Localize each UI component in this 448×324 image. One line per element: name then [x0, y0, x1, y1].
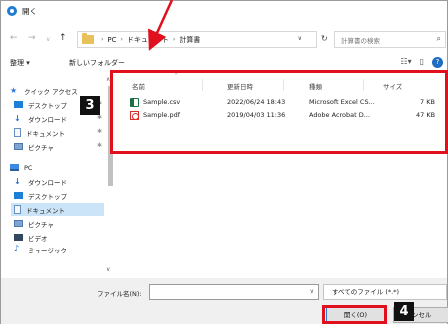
nav-item-label: ビデオ	[28, 234, 48, 243]
forward-arrow-icon[interactable]: →	[28, 33, 36, 43]
nav-item-pc-music[interactable]: ♪ ミュージック	[14, 245, 67, 253]
nav-item-pictures[interactable]: ピクチャ	[14, 140, 54, 153]
app-icon	[7, 6, 17, 16]
desktop-icon	[14, 192, 23, 199]
nav-item-documents[interactable]: ドキュメント	[14, 126, 65, 139]
address-dropdown-chevron-icon[interactable]: ∨	[298, 35, 302, 42]
nav-item-pc[interactable]: PC	[10, 161, 32, 174]
refresh-icon[interactable]: ↻	[321, 34, 328, 43]
view-controls: ☷▾ ▯ ?	[400, 57, 443, 68]
back-arrow-icon[interactable]: ←	[10, 33, 18, 43]
breadcrumb-separator-icon[interactable]: ›	[101, 36, 103, 43]
open-button-highlight	[322, 305, 387, 324]
pc-icon	[10, 164, 19, 171]
breadcrumb-current-folder[interactable]: 計算書	[179, 35, 200, 45]
file-type-select[interactable]: すべてのファイル (*.*)	[323, 284, 447, 300]
document-icon	[14, 205, 21, 214]
nav-item-label: ドキュメント	[26, 129, 65, 138]
desktop-icon	[14, 101, 23, 108]
nav-item-pc-desktop[interactable]: デスクトップ	[14, 189, 67, 202]
preview-pane-icon[interactable]: ▯	[420, 57, 424, 68]
step-badge-4: 4	[394, 302, 414, 321]
nav-item-label: ピクチャ	[28, 143, 54, 152]
nav-item-label: ミュージック	[28, 247, 67, 253]
star-icon: ★	[10, 85, 18, 95]
download-icon: ↓	[14, 113, 21, 123]
nav-item-label: ピクチャ	[28, 220, 54, 229]
view-options-icon[interactable]: ☷▾	[400, 57, 411, 68]
folder-icon	[82, 33, 94, 44]
filename-field[interactable]: ∨	[149, 284, 319, 300]
nav-item-label: デスクトップ	[28, 192, 67, 201]
document-icon	[14, 128, 21, 137]
window-title: 開く	[22, 6, 37, 16]
organize-menu-button[interactable]: 整理 ▾	[10, 58, 30, 68]
breadcrumb-pc[interactable]: PC	[107, 36, 116, 44]
up-arrow-icon[interactable]: ↑	[59, 33, 67, 43]
nav-item-label: ダウンロード	[28, 115, 67, 124]
search-input[interactable]: 計算書の検索 ⌕	[334, 31, 446, 48]
nav-item-label: ダウンロード	[28, 178, 67, 187]
nav-item-label: デスクトップ	[28, 101, 67, 110]
breadcrumb-documents[interactable]: ドキュメント	[127, 35, 169, 45]
filename-label: ファイル名(N):	[97, 290, 142, 298]
search-placeholder: 計算書の検索	[341, 36, 380, 45]
pin-icon: ✱	[97, 142, 103, 149]
nav-item-quick-access[interactable]: ★ クイック アクセス	[10, 84, 78, 97]
pin-icon: ✱	[97, 128, 103, 135]
pin-icon: ✱	[97, 114, 103, 121]
download-icon: ↓	[14, 176, 21, 186]
file-list-highlight	[110, 70, 448, 154]
open-file-dialog: 開く ← → ∨ ↑ › PC › ドキュメント › 計算書 ∨ ↻ 計算書の検…	[0, 0, 448, 324]
breadcrumb-separator-icon[interactable]: ›	[173, 36, 175, 43]
nav-item-label: ドキュメント	[26, 206, 65, 215]
scroll-down-chevron-icon[interactable]: ∨	[106, 266, 110, 273]
nav-item-label: PC	[24, 163, 33, 172]
nav-item-desktop[interactable]: デスクトップ	[14, 98, 67, 111]
pictures-icon	[14, 220, 23, 227]
nav-item-pc-videos[interactable]: ビデオ	[14, 231, 48, 244]
nav-item-pc-pictures[interactable]: ピクチャ	[14, 217, 54, 230]
nav-item-pc-documents[interactable]: ドキュメント	[11, 203, 104, 216]
nav-item-label: クイック アクセス	[24, 87, 78, 96]
nav-item-downloads[interactable]: ↓ ダウンロード	[14, 112, 67, 125]
nav-item-pc-downloads[interactable]: ↓ ダウンロード	[14, 175, 67, 188]
step-badge-3: 3	[80, 96, 100, 115]
pictures-icon	[14, 143, 23, 150]
address-bar[interactable]: › PC › ドキュメント › 計算書 ∨	[77, 31, 317, 48]
video-icon	[14, 234, 23, 241]
breadcrumb-separator-icon[interactable]: ›	[121, 36, 123, 43]
new-folder-button[interactable]: 新しいフォルダー	[69, 58, 125, 68]
music-icon: ♪	[14, 245, 20, 253]
recent-locations-chevron-icon[interactable]: ∨	[46, 36, 50, 43]
help-icon[interactable]: ?	[432, 57, 443, 68]
title-bar: 開く	[1, 1, 447, 21]
search-icon[interactable]: ⌕	[437, 34, 441, 44]
filename-history-chevron-icon[interactable]: ∨	[310, 288, 314, 295]
address-row: ← → ∨ ↑ › PC › ドキュメント › 計算書 ∨ ↻ 計算書の検索 ⌕	[1, 29, 447, 51]
